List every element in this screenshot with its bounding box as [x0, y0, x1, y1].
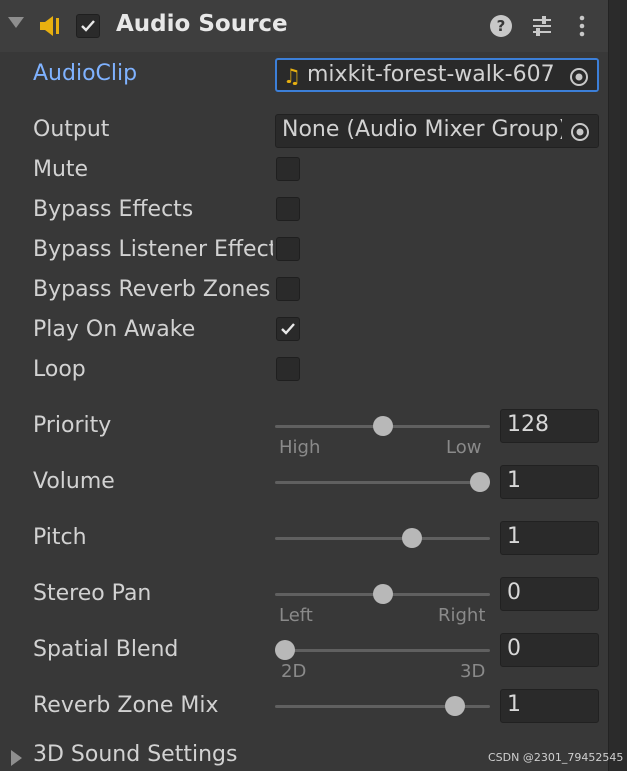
output-field[interactable]: None (Audio Mixer Group) [275, 114, 599, 148]
watermark: CSDN @2301_79452545 [488, 751, 624, 764]
stereo-pan-min-label: Left [279, 605, 313, 626]
stereo-pan-value-input[interactable]: 0 [500, 577, 599, 611]
volume-value: 1 [507, 468, 521, 493]
bypass-reverb-zones-label: Bypass Reverb Zones [33, 277, 271, 302]
slider-thumb[interactable] [470, 472, 490, 492]
reverb-zone-mix-value: 1 [507, 692, 521, 717]
volume-value-input[interactable]: 1 [500, 465, 599, 499]
slider-thumb[interactable] [444, 696, 465, 716]
foldout-arrow-icon[interactable] [11, 750, 22, 766]
scrollbar[interactable] [608, 0, 627, 771]
checkmark-icon [281, 323, 295, 335]
stereo-pan-value: 0 [507, 580, 521, 605]
reverb-zone-mix-slider[interactable] [275, 696, 490, 716]
bypass-effects-checkbox[interactable] [276, 197, 300, 221]
component-enabled-checkbox[interactable] [76, 14, 100, 38]
3d-sound-settings-foldout[interactable]: 3D Sound Settings [33, 742, 237, 767]
spatial-blend-label: Spatial Blend [33, 637, 179, 662]
volume-slider[interactable] [275, 472, 490, 492]
speaker-icon [40, 16, 59, 36]
bypass-reverb-zones-checkbox[interactable] [276, 277, 300, 301]
foldout-arrow-icon[interactable] [8, 17, 24, 28]
slider-thumb[interactable] [372, 416, 393, 436]
mute-checkbox[interactable] [276, 157, 300, 181]
loop-label: Loop [33, 357, 86, 382]
priority-slider[interactable] [275, 416, 490, 436]
component-title: Audio Source [116, 11, 288, 37]
slider-thumb[interactable] [372, 584, 393, 604]
music-note-icon: ♫ [283, 64, 301, 88]
priority-value-input[interactable]: 128 [500, 409, 599, 443]
reverb-zone-mix-value-input[interactable]: 1 [500, 689, 599, 723]
object-picker-button[interactable] [562, 115, 598, 147]
object-picker-button[interactable] [561, 60, 597, 90]
bypass-listener-effects-checkbox[interactable] [276, 237, 300, 261]
audioclip-value: mixkit-forest-walk-607 [307, 62, 555, 87]
reverb-zone-mix-label: Reverb Zone Mix [33, 693, 219, 718]
pitch-slider[interactable] [275, 528, 490, 548]
target-icon [571, 123, 589, 141]
pitch-value: 1 [507, 524, 521, 549]
presets-icon[interactable] [530, 14, 554, 38]
component-header[interactable]: Audio Source ? [0, 0, 608, 52]
loop-checkbox[interactable] [276, 357, 300, 381]
pitch-value-input[interactable]: 1 [500, 521, 599, 555]
slider-thumb[interactable] [275, 640, 295, 660]
bypass-effects-label: Bypass Effects [33, 197, 194, 222]
spatial-blend-min-label: 2D [281, 661, 307, 682]
priority-value: 128 [507, 412, 549, 437]
priority-min-label: High [279, 437, 321, 458]
priority-max-label: Low [446, 437, 482, 458]
output-value: None (Audio Mixer Group) [282, 117, 568, 142]
mute-label: Mute [33, 157, 89, 182]
volume-label: Volume [33, 469, 115, 494]
stereo-pan-slider[interactable] [275, 584, 490, 604]
output-label: Output [33, 117, 110, 142]
help-icon[interactable]: ? [490, 15, 512, 37]
audioclip-field[interactable]: ♫ mixkit-forest-walk-607 [275, 58, 599, 92]
priority-label: Priority [33, 413, 112, 438]
spatial-blend-max-label: 3D [460, 661, 486, 682]
bypass-listener-effects-label: Bypass Listener Effects [33, 237, 273, 262]
play-on-awake-checkbox[interactable] [276, 317, 300, 341]
target-icon [570, 68, 588, 86]
spatial-blend-slider[interactable] [275, 640, 490, 660]
inspector-panel: Audio Source ? AudioClip ♫ mixkit-forest… [0, 0, 608, 771]
stereo-pan-max-label: Right [438, 605, 486, 626]
stereo-pan-label: Stereo Pan [33, 581, 152, 606]
audioclip-label: AudioClip [33, 61, 138, 86]
kebab-menu-icon[interactable] [572, 14, 592, 38]
spatial-blend-value: 0 [507, 636, 521, 661]
spatial-blend-value-input[interactable]: 0 [500, 633, 599, 667]
play-on-awake-label: Play On Awake [33, 317, 196, 342]
slider-thumb[interactable] [401, 528, 422, 548]
pitch-label: Pitch [33, 525, 87, 550]
